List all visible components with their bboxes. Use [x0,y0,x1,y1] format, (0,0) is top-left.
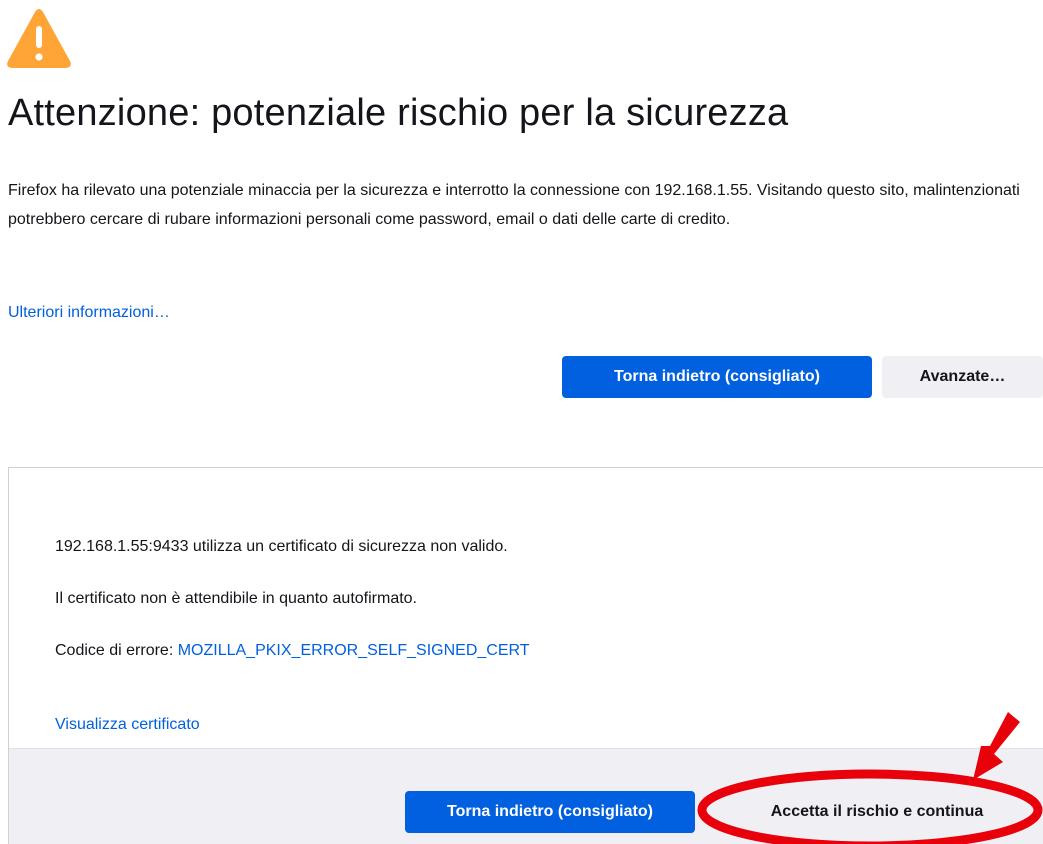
view-certificate-link[interactable]: Visualizza certificato [55,716,200,733]
invalid-certificate-text: 192.168.1.55:9433 utilizza un certificat… [55,538,508,555]
accept-risk-button[interactable]: Accetta il rischio e continua [711,791,1043,833]
warning-description: Firefox ha rilevato una potenziale minac… [8,182,1020,228]
view-certificate-line: Visualizza certificato [55,716,200,734]
advanced-button[interactable]: Avanzate… [882,356,1043,398]
page-title: Attenzione: potenziale rischio per la si… [8,92,789,134]
untrusted-certificate-text: Il certificato non è attendibile in quan… [55,590,417,607]
advanced-panel: 192.168.1.55:9433 utilizza un certificat… [8,467,1043,844]
error-page: Attenzione: potenziale rischio per la si… [0,0,1043,844]
learn-more-link[interactable]: Ulteriori informazioni… [8,304,170,322]
go-back-button-advanced[interactable]: Torna indietro (consigliato) [405,791,695,833]
error-code-link[interactable]: MOZILLA_PKIX_ERROR_SELF_SIGNED_CERT [178,642,530,659]
warning-triangle-icon [7,9,71,68]
error-code-label: Codice di errore: [55,642,178,659]
error-code-line: Codice di errore: MOZILLA_PKIX_ERROR_SEL… [55,642,530,660]
go-back-button[interactable]: Torna indietro (consigliato) [562,356,872,398]
